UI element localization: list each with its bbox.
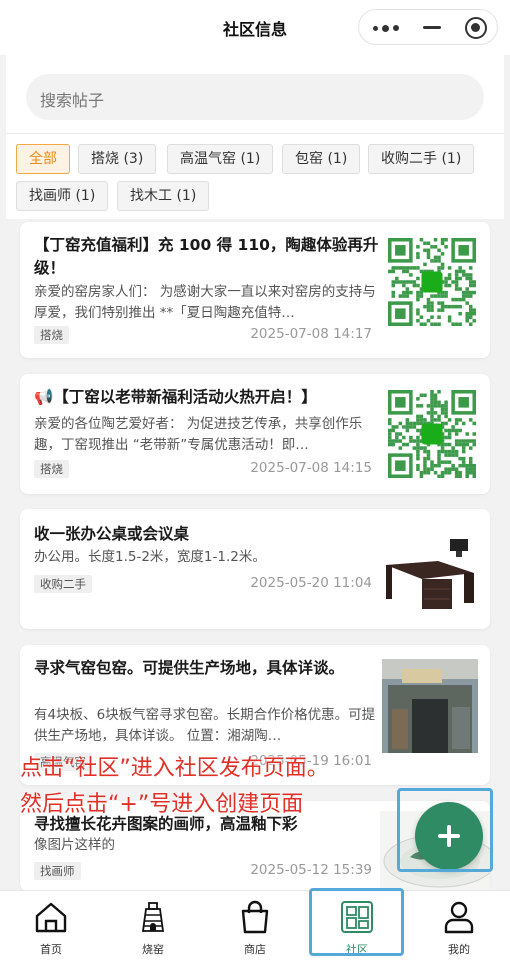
filter-tag-baoyao[interactable]: 包窑 (1): [282, 144, 361, 174]
filter-tag-second-hand[interactable]: 收购二手 (1): [368, 144, 475, 174]
nav-label: 首页: [40, 943, 62, 956]
filter-tag-dashao[interactable]: 搭烧 (3): [78, 144, 157, 174]
desk-photo: [378, 525, 478, 613]
mini-program-capsule: [358, 9, 498, 45]
kiln-icon: [141, 902, 165, 932]
nav-item-community[interactable]: 社区: [306, 891, 408, 960]
more-icon[interactable]: [373, 25, 403, 33]
post-date: 2025-07-08 14:15: [250, 460, 372, 476]
post-card[interactable]: 收一张办公桌或会议桌 办公用。长度1.5-2米，宽度1-1.2米。 收购二手 2…: [20, 509, 490, 629]
post-title: 【丁窑充值福利】充 100 得 110，陶趣体验再升级！: [34, 236, 379, 277]
post-title: 收一张办公桌或会议桌: [34, 525, 190, 543]
nav-label: 我的: [448, 943, 470, 956]
search-placeholder: 搜索帖子: [40, 91, 105, 110]
post-category: 收购二手: [34, 575, 92, 593]
nav-label: 社区: [346, 943, 368, 956]
home-icon: [35, 902, 67, 933]
nav-label: 烧窑: [142, 943, 164, 956]
post-date: 2025-07-08 14:17: [250, 326, 372, 342]
post-body: 亲爱的窑房家人们： 为感谢大家一直以来对窑房的支持与厚爱，我们特别推出 **「夏…: [34, 284, 376, 321]
post-category: 搭烧: [34, 326, 69, 344]
post-date: 2025-05-20 11:04: [250, 575, 372, 591]
post-category: 搭烧: [34, 460, 69, 478]
nav-label: 商店: [244, 943, 266, 956]
instruction-line-1: 点击“社区”进入社区发布页面。: [20, 756, 329, 781]
post-card[interactable]: 📢【丁窑以老带新福利活动火热开启！】 亲爱的各位陶艺爱好者： 为促进技艺传承，共…: [20, 374, 490, 494]
nav-item-profile[interactable]: 我的: [408, 891, 510, 960]
shopping-bag-icon: [241, 900, 269, 934]
filter-tag-carpenter[interactable]: 找木工 (1): [117, 181, 210, 211]
nav-item-kiln[interactable]: 烧窑: [102, 891, 204, 960]
instruction-line-2: 然后点击“+”号进入创建页面: [20, 792, 304, 817]
post-body: 亲爱的各位陶艺爱好者： 为促进技艺传承，共享创作乐趣，丁窑现推出 “老带新”专属…: [34, 416, 363, 453]
kiln-photo: [382, 659, 478, 753]
post-body: 像图片这样的: [34, 837, 115, 853]
filter-tag-painter[interactable]: 找画师 (1): [16, 181, 109, 211]
nav-item-shop[interactable]: 商店: [204, 891, 306, 960]
minimize-icon[interactable]: [423, 26, 441, 29]
nav-item-home[interactable]: 首页: [0, 891, 102, 960]
search-input[interactable]: 搜索帖子: [26, 74, 484, 120]
top-bar: 社区信息: [0, 0, 510, 55]
post-category: 找画师: [34, 862, 81, 880]
filter-tag-all[interactable]: 全部: [16, 144, 70, 174]
bottom-nav: 首页 烧窑 商店 社区 我的: [0, 890, 510, 960]
divider: [6, 133, 504, 134]
qr-code-image: [388, 390, 476, 478]
filter-tag-gas-kiln[interactable]: 高温气窑 (1): [167, 144, 274, 174]
post-card[interactable]: 【丁窑充值福利】充 100 得 110，陶趣体验再升级！ 亲爱的窑房家人们： 为…: [20, 222, 490, 358]
close-target-icon[interactable]: [465, 17, 487, 39]
community-icon: [341, 901, 373, 933]
post-body: 有4块板、6块板气窑寻求包窑。长期合作价格优惠。可提供生产场地，具体详谈。 位置…: [34, 707, 376, 744]
filter-area: 搜索帖子 全部 搭烧 (3) 高温气窑 (1) 包窑 (1) 收购二手 (1) …: [6, 55, 504, 219]
qr-code-image: [388, 238, 476, 326]
post-title: 寻求气窑包窑。可提供生产场地，具体详谈。: [34, 659, 345, 677]
post-title: 📢【丁窑以老带新福利活动火热开启！】: [34, 388, 317, 406]
post-date: 2025-05-12 15:39: [250, 862, 372, 878]
post-body: 办公用。长度1.5-2米，宽度1-1.2米。: [34, 549, 266, 565]
user-icon: [444, 901, 474, 934]
add-post-button[interactable]: [415, 802, 483, 870]
